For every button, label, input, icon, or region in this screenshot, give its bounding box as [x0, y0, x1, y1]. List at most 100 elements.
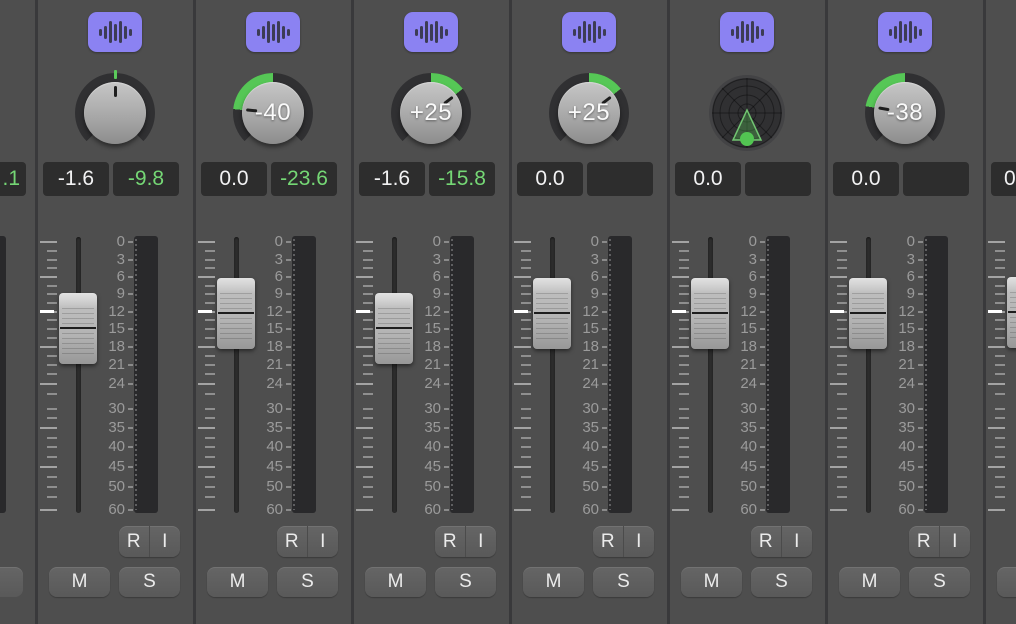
mute-button[interactable]: M [839, 567, 900, 597]
ruler-tick [679, 417, 689, 419]
db-scale-label: 50 [409, 478, 441, 496]
volume-display[interactable]: 0.0 [201, 162, 267, 196]
input-monitor-button[interactable]: I [782, 526, 813, 557]
pan-knob[interactable]: +25 [391, 73, 471, 153]
solo-button[interactable]: S [593, 567, 654, 597]
mute-button[interactable]: M [523, 567, 584, 597]
solo-button[interactable] [0, 567, 23, 597]
peak-display[interactable]: -9.8 [113, 162, 179, 196]
waveform-bar [889, 29, 892, 36]
ruler-tick [679, 302, 689, 304]
db-scale-label: 18 [409, 338, 441, 356]
surround-panner[interactable] [707, 73, 787, 153]
input-device-button[interactable] [404, 12, 458, 52]
volume-display[interactable]: 0.0 [833, 162, 899, 196]
input-device-button[interactable] [246, 12, 300, 52]
solo-button[interactable]: S [277, 567, 338, 597]
db-scale-tick [602, 276, 607, 278]
record-button[interactable]: R [751, 526, 782, 557]
waveform-bar [741, 21, 744, 43]
ruler-tick [47, 408, 57, 410]
db-scale-label: 9 [883, 285, 915, 303]
db-scale-tick [286, 446, 291, 448]
db-scale-tick [918, 259, 923, 261]
input-monitor-button[interactable]: I [150, 526, 181, 557]
record-button[interactable]: R [909, 526, 940, 557]
peak-display[interactable] [745, 162, 811, 196]
fader-cap[interactable] [691, 278, 729, 349]
input-monitor-button[interactable]: I [624, 526, 655, 557]
waveform-bar [262, 26, 265, 39]
db-scale-tick [444, 509, 449, 511]
fader-cap[interactable] [375, 293, 413, 364]
ruler-tick [40, 427, 57, 429]
zero-db-tick [672, 310, 686, 313]
ruler-tick [521, 486, 531, 488]
record-button[interactable]: R [277, 526, 308, 557]
mute-button[interactable]: M [207, 567, 268, 597]
ruler-tick [679, 393, 689, 395]
mute-button[interactable]: M [681, 567, 742, 597]
input-device-button[interactable] [562, 12, 616, 52]
level-meter [0, 236, 6, 513]
input-device-button[interactable] [720, 12, 774, 52]
ruler-tick [521, 328, 531, 330]
volume-display[interactable]: -1.6 [359, 162, 425, 196]
ruler-tick [830, 427, 847, 429]
fader-cap[interactable] [1007, 277, 1016, 348]
input-monitor-button[interactable]: I [308, 526, 339, 557]
ruler-tick [995, 373, 1005, 375]
db-scale-tick [444, 346, 449, 348]
pan-value: -38 [865, 73, 945, 153]
solo-button[interactable]: S [119, 567, 180, 597]
db-scale-label: 18 [93, 338, 125, 356]
pan-knob[interactable] [75, 73, 155, 153]
fader-cap[interactable] [217, 278, 255, 349]
volume-display[interactable]: 0.0 [991, 162, 1016, 196]
fader-cap[interactable] [849, 278, 887, 349]
pan-knob[interactable]: -40 [233, 73, 313, 153]
record-input-group: R I [119, 526, 180, 557]
volume-display[interactable]: 0.0 [517, 162, 583, 196]
ruler-tick [514, 346, 531, 348]
input-monitor-button[interactable]: I [466, 526, 497, 557]
record-button[interactable]: R [435, 526, 466, 557]
waveform-bar [129, 29, 132, 36]
peak-display[interactable]: -15.8 [429, 162, 495, 196]
pan-knob[interactable]: +25 [549, 73, 629, 153]
mute-button[interactable]: M [49, 567, 110, 597]
fader-cap[interactable] [59, 293, 97, 364]
channel-strip: +25 0.0 03691215182124303540455060 R I M… [512, 0, 667, 624]
db-scale-tick [286, 427, 291, 429]
input-device-button[interactable] [878, 12, 932, 52]
mute-button[interactable] [997, 567, 1016, 597]
fader-cap[interactable] [533, 278, 571, 349]
input-monitor-button[interactable]: I [940, 526, 971, 557]
solo-button[interactable]: S [909, 567, 970, 597]
volume-display[interactable]: 0.0 [675, 162, 741, 196]
db-scale-tick [918, 311, 923, 313]
db-scale-tick [602, 259, 607, 261]
ruler-tick [47, 259, 57, 261]
solo-button[interactable]: S [751, 567, 812, 597]
peak-display[interactable] [587, 162, 653, 196]
db-scale-tick [918, 466, 923, 468]
record-input-group: R I [909, 526, 970, 557]
fader-track[interactable] [392, 237, 397, 513]
volume-display[interactable]: -1.6 [43, 162, 109, 196]
mute-button[interactable]: M [365, 567, 426, 597]
peak-display[interactable]: .1 [0, 162, 26, 196]
peak-display[interactable] [903, 162, 969, 196]
ruler-tick [521, 250, 531, 252]
pan-knob[interactable]: -38 [865, 73, 945, 153]
record-button[interactable]: R [593, 526, 624, 557]
waveform-bar [899, 21, 902, 43]
db-scale-label: 24 [409, 375, 441, 393]
input-device-button[interactable] [88, 12, 142, 52]
record-button[interactable]: R [119, 526, 150, 557]
db-scale-label: 6 [251, 268, 283, 286]
ruler-tick [995, 285, 1005, 287]
peak-display[interactable]: -23.6 [271, 162, 337, 196]
solo-button[interactable]: S [435, 567, 496, 597]
fader-track[interactable] [76, 237, 81, 513]
